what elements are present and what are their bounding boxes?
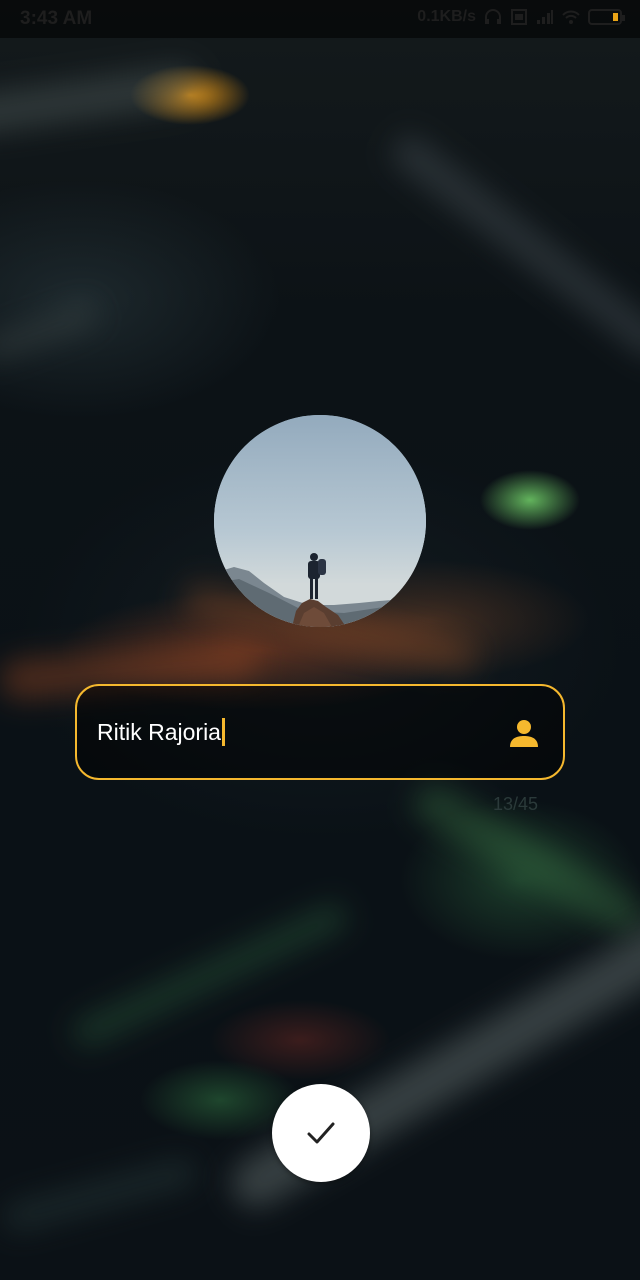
person-icon: [510, 720, 538, 747]
battery-icon: [588, 9, 625, 25]
signal-icon: [537, 10, 553, 24]
network-speed: 0.1KB/s: [417, 8, 476, 25]
status-time: 3:43 AM: [20, 8, 93, 29]
sim-icon: [511, 9, 527, 25]
text-cursor: [221, 718, 225, 746]
name-input[interactable]: Ritik Rajoria: [75, 684, 565, 780]
name-value-text: Ritik Rajoria: [97, 719, 221, 745]
wifi-icon: [562, 10, 580, 24]
status-icons: 0.1KB/s: [417, 8, 625, 26]
name-input-value[interactable]: Ritik Rajoria: [97, 718, 225, 746]
status-bar: 3:43 AM 0.1KB/s: [0, 0, 640, 38]
headphones-icon: [485, 9, 501, 24]
checkmark-icon: [307, 1122, 335, 1144]
char-counter: 13/45: [493, 794, 539, 814]
confirm-button[interactable]: [272, 1084, 370, 1182]
profile-photo[interactable]: [214, 415, 426, 627]
mountain-hiker-image: [214, 415, 426, 627]
